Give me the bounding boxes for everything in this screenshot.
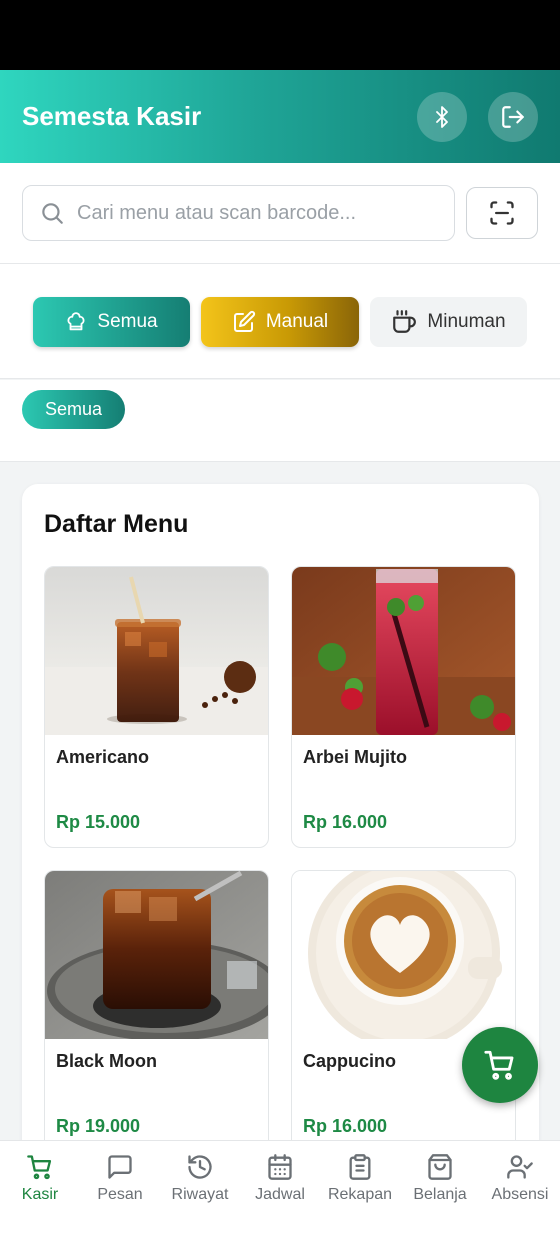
subcategory-chip-semua[interactable]: Semua	[22, 390, 125, 429]
product-price: Rp 16.000	[303, 1116, 388, 1136]
category-semua-label: Semua	[97, 311, 158, 332]
message-icon	[108, 1155, 132, 1179]
product-image-arbei-mujito	[292, 567, 515, 735]
cart-fab[interactable]	[462, 1027, 538, 1103]
status-bar	[0, 0, 560, 70]
nav-label: Rekapan	[327, 1186, 393, 1203]
cart-icon	[27, 1155, 52, 1180]
category-minuman-label: Minuman	[427, 311, 506, 332]
category-tabs: Semua Manual Minuman	[0, 264, 560, 379]
menu-title: Daftar Menu	[44, 510, 189, 538]
search-icon	[42, 203, 63, 224]
category-semua[interactable]: Semua	[33, 297, 190, 347]
nav-jadwal[interactable]: Jadwal	[240, 1141, 320, 1213]
product-price: Rp 16.000	[303, 812, 388, 832]
shopping-bag-icon	[428, 1154, 452, 1180]
product-price: Rp 19.000	[56, 1116, 141, 1136]
calendar-icon	[268, 1154, 292, 1180]
search-input[interactable]	[77, 201, 437, 225]
category-manual[interactable]: Manual	[201, 297, 359, 347]
menu-card: Daftar Menu Americano Rp 15.000 Arbei Mu…	[22, 484, 539, 1184]
product-card-black-moon[interactable]: Black Moon Rp 19.000	[44, 870, 269, 1152]
cart-icon	[484, 1050, 514, 1080]
product-image-black-moon	[45, 871, 268, 1039]
scan-icon	[490, 201, 514, 225]
nav-label: Jadwal	[255, 1186, 305, 1203]
product-name: Black Moon	[56, 1051, 158, 1071]
history-icon	[188, 1155, 212, 1179]
product-price: Rp 15.000	[56, 812, 141, 832]
product-name: Americano	[56, 747, 150, 767]
category-minuman[interactable]: Minuman	[370, 297, 527, 347]
category-manual-label: Manual	[265, 311, 329, 332]
nav-label: Riwayat	[171, 1186, 229, 1203]
user-check-icon	[507, 1155, 533, 1179]
product-image-americano	[45, 567, 268, 735]
clipboard-icon	[349, 1154, 371, 1180]
subcategory-bar: Semua	[0, 380, 560, 462]
app-title: Semesta Kasir	[22, 101, 202, 131]
nav-label: Pesan	[97, 1186, 143, 1203]
nav-kasir[interactable]: Kasir	[0, 1141, 80, 1213]
product-card-americano[interactable]: Americano Rp 15.000	[44, 566, 269, 848]
nav-label: Belanja	[413, 1186, 467, 1203]
search-box[interactable]	[22, 185, 455, 241]
search-section	[0, 163, 560, 264]
app-header: Semesta Kasir	[0, 70, 560, 163]
product-name: Arbei Mujito	[303, 747, 407, 767]
nav-label: Kasir	[21, 1186, 59, 1203]
bluetooth-icon	[436, 105, 448, 128]
nav-absensi[interactable]: Absensi	[480, 1141, 560, 1213]
chef-hat-icon	[67, 312, 85, 331]
coffee-cup-icon	[393, 310, 417, 333]
nav-riwayat[interactable]: Riwayat	[160, 1141, 240, 1213]
logout-button[interactable]	[488, 91, 538, 142]
edit-icon	[233, 310, 255, 332]
logout-icon	[502, 105, 524, 128]
nav-pesan[interactable]: Pesan	[80, 1141, 160, 1213]
system-gesture-area	[0, 1212, 560, 1244]
scan-barcode-button[interactable]	[466, 187, 538, 239]
nav-belanja[interactable]: Belanja	[400, 1141, 480, 1213]
bottom-nav: Kasir Pesan Riwayat Jadwal Rekapan Belan…	[0, 1140, 560, 1212]
product-card-arbei-mujito[interactable]: Arbei Mujito Rp 16.000	[291, 566, 516, 848]
nav-rekapan[interactable]: Rekapan	[320, 1141, 400, 1213]
subcategory-label: Semua	[44, 399, 103, 419]
product-name: Cappucino	[303, 1051, 396, 1071]
nav-label: Absensi	[491, 1186, 549, 1203]
bluetooth-button[interactable]	[417, 91, 467, 142]
product-image-cappucino	[292, 871, 515, 1039]
product-card-cappucino[interactable]: Cappucino Rp 16.000	[291, 870, 516, 1152]
